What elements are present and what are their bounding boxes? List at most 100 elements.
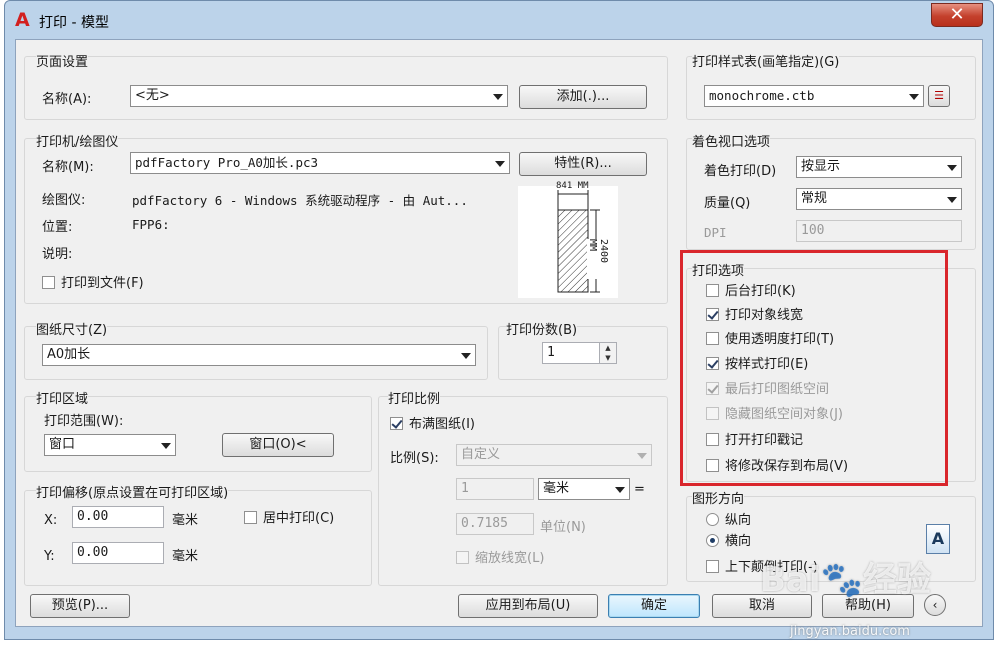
radio-dot — [706, 534, 719, 547]
print-dialog-window: A 打印 - 模型 ✕ 页面设置 名称(A): <无> 添加(.)... 打印机… — [4, 0, 994, 640]
page-setup-name-value: <无> — [135, 88, 170, 103]
scale-unit-value: 毫米 — [543, 481, 570, 496]
shaded-viewport-title: 着色视口选项 — [692, 131, 771, 150]
quality-value: 常规 — [801, 191, 828, 206]
printer-title: 打印机/绘图仪 — [36, 131, 119, 150]
offset-x-unit: 毫米 — [172, 513, 199, 528]
location-label: 位置: — [42, 220, 73, 235]
spin-up-icon[interactable]: ▲ — [600, 343, 616, 353]
dim-top-label: 841 MM — [556, 181, 589, 191]
printer-name-label: 名称(M): — [42, 160, 94, 175]
paper-size-value: A0加长 — [47, 347, 91, 362]
plot-style-title: 打印样式表(画笔指定)(G) — [692, 51, 840, 70]
shade-plot-select[interactable]: 按显示 — [796, 156, 962, 178]
scale-equals: = — [634, 482, 645, 497]
dim-side-label: 2400 MM — [587, 239, 609, 279]
window-title: 打印 - 模型 — [39, 15, 109, 31]
plotter-label: 绘图仪: — [42, 193, 86, 208]
scale-select[interactable]: 自定义 — [456, 444, 652, 466]
scale-lineweights-checkbox[interactable]: 缩放线宽(L) — [456, 551, 544, 566]
ok-button[interactable]: 确定 — [608, 594, 700, 618]
printer-properties-button[interactable]: 特性(R)... — [519, 152, 647, 176]
chevron-down-icon — [947, 197, 957, 203]
apply-to-layout-button[interactable]: 应用到布局(U) — [458, 594, 598, 618]
scale-value: 自定义 — [461, 447, 501, 462]
portrait-radio[interactable]: 纵向 — [706, 513, 751, 528]
scale-unit-label: 单位(N) — [540, 520, 586, 535]
dpi-input[interactable]: 100 — [796, 220, 962, 242]
offset-y-label: Y: — [44, 549, 55, 564]
title-bar[interactable]: A 打印 - 模型 ✕ — [5, 1, 993, 39]
chevron-down-icon — [161, 443, 171, 449]
page-setup-name-label: 名称(A): — [42, 92, 92, 107]
chevron-down-icon — [637, 453, 647, 459]
chevron-down-icon — [615, 487, 625, 493]
offset-y-input[interactable]: 0.00 — [72, 542, 164, 564]
checkbox-box — [456, 551, 469, 564]
highlight-box — [680, 250, 948, 486]
page-setup-name-select[interactable]: <无> — [130, 85, 508, 107]
copies-input[interactable]: 1 — [542, 342, 604, 364]
preview-button[interactable]: 预览(P)... — [30, 594, 130, 618]
checkbox-box — [390, 417, 403, 430]
quality-select[interactable]: 常规 — [796, 188, 962, 210]
plot-range-value: 窗口 — [49, 437, 76, 452]
shade-plot-label: 着色打印(D) — [704, 164, 777, 179]
plot-style-value: monochrome.ctb — [709, 88, 815, 103]
page-setup-title: 页面设置 — [36, 51, 89, 70]
orientation-title: 图形方向 — [692, 488, 745, 507]
chevron-down-icon — [461, 353, 471, 359]
center-plot-checkbox[interactable]: 居中打印(C) — [244, 511, 334, 526]
fit-to-paper-checkbox[interactable]: 布满图纸(I) — [390, 417, 475, 432]
plot-style-select[interactable]: monochrome.ctb — [704, 85, 924, 107]
plotter-value: pdfFactory 6 - Windows 系统驱动程序 - 由 Aut... — [132, 193, 468, 208]
print-to-file-label: 打印到文件(F) — [61, 276, 144, 291]
watermark-brand: Bai — [760, 560, 821, 600]
baidu-watermark: Bai🐾经验 — [760, 552, 931, 601]
add-page-setup-button[interactable]: 添加(.)... — [519, 85, 647, 109]
paper-size-select[interactable]: A0加长 — [42, 344, 476, 366]
plot-range-label: 打印范围(W): — [44, 414, 124, 429]
quality-label: 质量(Q) — [704, 196, 751, 211]
pick-window-button[interactable]: 窗口(O)< — [222, 433, 334, 457]
paper-sheet — [557, 209, 589, 293]
dpi-label: DPI — [704, 225, 727, 240]
chevron-down-icon — [493, 94, 503, 100]
plot-offset-group — [24, 490, 372, 586]
print-to-file-checkbox[interactable]: 打印到文件(F) — [42, 276, 144, 291]
table-edit-icon: ☰ — [934, 89, 944, 102]
watermark-url: jingyan.baidu.com — [790, 624, 910, 639]
plot-range-select[interactable]: 窗口 — [44, 434, 176, 456]
watermark-brand-tail: 经验 — [862, 560, 931, 600]
chevron-down-icon — [947, 165, 957, 171]
location-value: FPP6: — [132, 217, 170, 232]
copies-spinner[interactable]: ▲ ▼ — [599, 342, 617, 364]
dialog-client: 页面设置 名称(A): <无> 添加(.)... 打印机/绘图仪 名称(M): … — [15, 39, 983, 627]
spin-down-icon[interactable]: ▼ — [600, 353, 616, 363]
scale-lineweights-label: 缩放线宽(L) — [475, 551, 545, 566]
scale-value2-input[interactable]: 0.7185 — [456, 513, 534, 535]
landscape-radio[interactable]: 横向 — [706, 534, 751, 549]
edit-plot-style-button[interactable]: ☰ — [928, 85, 950, 107]
portrait-label: 纵向 — [725, 513, 752, 528]
radio-dot — [706, 513, 719, 526]
plot-offset-title: 打印偏移(原点设置在可打印区域) — [36, 482, 229, 501]
center-plot-label: 居中打印(C) — [263, 511, 335, 526]
orientation-preview-icon: A — [926, 524, 950, 554]
scale-value1-input[interactable]: 1 — [456, 478, 534, 500]
checkbox-box — [706, 560, 719, 573]
copies-title: 打印份数(B) — [506, 319, 578, 338]
checkbox-box — [42, 276, 55, 289]
paper-size-title: 图纸尺寸(Z) — [36, 319, 108, 338]
offset-x-input[interactable]: 0.00 — [72, 506, 164, 528]
plot-scale-title: 打印比例 — [388, 388, 441, 407]
close-button[interactable]: ✕ — [931, 3, 983, 27]
scale-unit-select[interactable]: 毫米 — [538, 478, 630, 500]
paper-preview: 841 MM 2400 MM — [518, 181, 618, 298]
shade-plot-value: 按显示 — [801, 159, 841, 174]
printer-name-select[interactable]: pdfFactory Pro_A0加长.pc3 — [130, 152, 510, 174]
scale-label: 比例(S): — [390, 451, 439, 466]
autocad-logo-icon: A — [15, 9, 30, 31]
chevron-down-icon — [909, 94, 919, 100]
cad-background-strip — [995, 60, 1000, 620]
